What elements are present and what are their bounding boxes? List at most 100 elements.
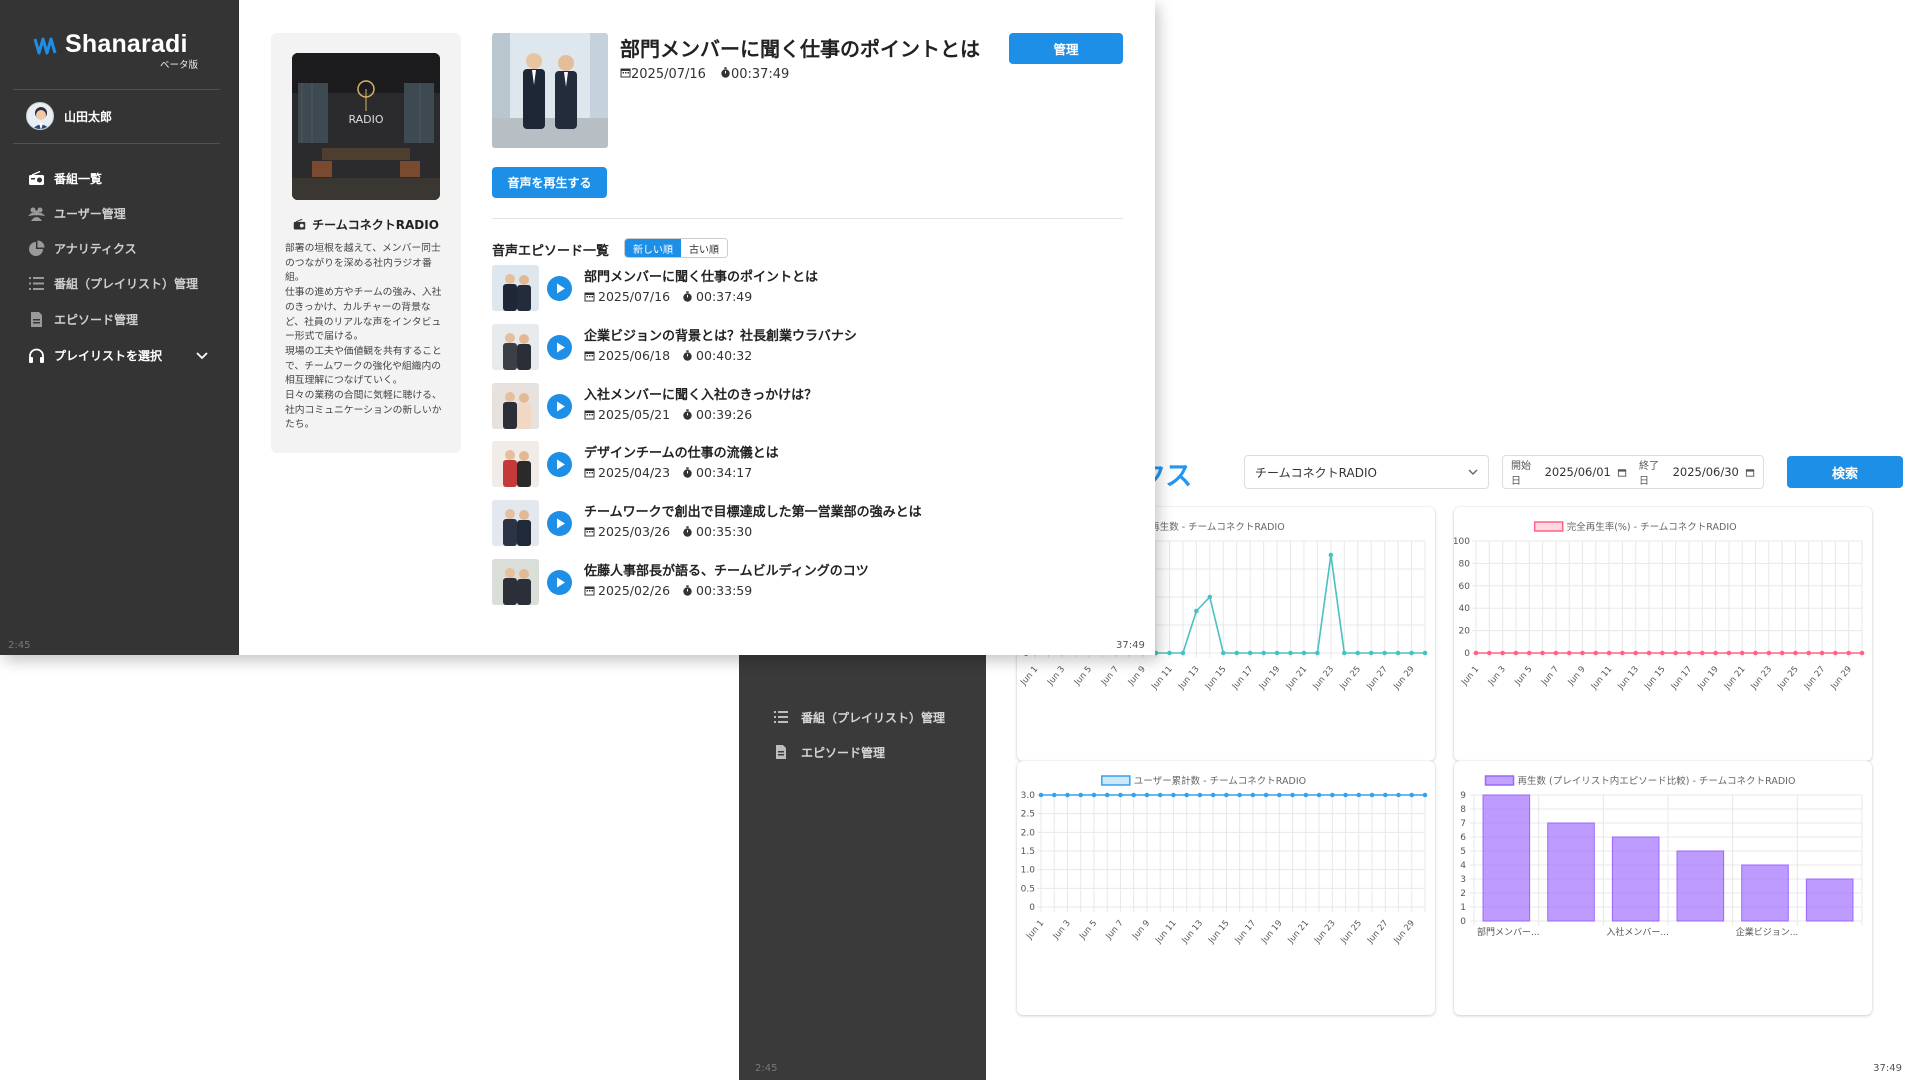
data-point (1686, 650, 1692, 656)
divider (13, 143, 220, 144)
sidebar-item-episode-manage[interactable]: エピソード管理 (28, 308, 138, 330)
episode-meta: 2025/07/16 00:37:49 (620, 67, 789, 82)
sidebar-item-users[interactable]: ユーザー管理 (28, 202, 126, 224)
description-line: 社内コミュニケーションの新しいか (285, 404, 442, 416)
calendar-icon (620, 68, 631, 78)
stopwatch-icon (683, 408, 692, 420)
x-tick-label: Jun 5 (1077, 919, 1099, 943)
x-tick-label: Jun 1 (1024, 919, 1046, 943)
y-tick-label: 0 (1464, 649, 1470, 659)
search-button[interactable]: 検索 (1787, 456, 1903, 488)
data-point (1513, 650, 1519, 656)
y-tick-label: 4 (1460, 861, 1466, 871)
sort-newest-button[interactable]: 新しい順 (625, 239, 681, 257)
x-tick-label: Jun 17 (1669, 665, 1695, 693)
data-point (1118, 792, 1123, 798)
sidebar-item-analytics[interactable]: アナリティクス (28, 237, 137, 259)
pie-chart-icon (29, 240, 45, 256)
start-date-value[interactable]: 2025/06/01 (1545, 465, 1611, 479)
data-point (1184, 792, 1189, 798)
episode-row[interactable]: デザインチームの仕事の流儀とは 2025/04/23 00:34:17 (492, 441, 1112, 488)
sidebar-item-playlist-manage[interactable]: 番組（プレイリスト）管理 (773, 705, 945, 729)
stopwatch-icon (683, 350, 692, 361)
manage-button[interactable]: 管理 (1009, 33, 1123, 64)
data-point (1487, 650, 1492, 656)
episode-row[interactable]: 入社メンバーに聞く入社のきっかけは？ 2025/05/21 00:39:26 (492, 382, 1112, 429)
user-name: 山田太郎 (64, 109, 113, 124)
data-point (1167, 650, 1172, 656)
episode-title[interactable]: 企業ビジョンの背景とは？社長創業ウラバナシ (584, 325, 857, 344)
x-tick-label: Jun 7 (1099, 665, 1121, 689)
data-point (1859, 650, 1865, 656)
episode-title[interactable]: 入社メンバーに聞く入社のきっかけは？ (584, 384, 817, 403)
user-profile[interactable]: 山田太郎 (26, 102, 112, 130)
sidebar-item-episode-manage[interactable]: エピソード管理 (773, 740, 885, 764)
episode-title[interactable]: デザインチームの仕事の流儀とは (584, 442, 779, 461)
episode-title[interactable]: 部門メンバーに聞く仕事のポイントとは (584, 266, 818, 285)
sidebar-item-label: ユーザー管理 (54, 206, 126, 221)
app-logo[interactable]: Shanaradi (33, 30, 188, 59)
sidebar-item-playlist-manage[interactable]: 番組（プレイリスト）管理 (28, 272, 198, 294)
episode-title[interactable]: 佐藤人事部長が語る、チームビルディングのコツ (584, 560, 869, 579)
end-date-value[interactable]: 2025/06/30 (1673, 465, 1739, 479)
data-point (1315, 650, 1320, 656)
sidebar: Shanaradi ベータ版 山田太郎 番組一覧 ユーザー管理 アナリティクス … (0, 0, 239, 655)
episode-row[interactable]: チームワークで創出で目標達成した第一営業部の強みとは 2025/03/26 00:3… (492, 500, 1112, 547)
episode-title[interactable]: チームワークで創出で目標達成した第一営業部の強みとは (584, 501, 922, 520)
x-tick-label: Jun 15 (1206, 919, 1232, 947)
calendar-icon (584, 468, 595, 478)
play-audio-button[interactable]: 音声を再生する (492, 167, 607, 198)
episode-duration: 00:35:30 (696, 524, 753, 540)
stopwatch-icon (683, 291, 692, 302)
x-tick-label: Jun 7 (1104, 919, 1126, 943)
description-line: たち。 (285, 419, 315, 431)
play-button[interactable] (547, 452, 572, 478)
y-tick-label: 40 (1459, 604, 1471, 614)
play-button[interactable] (547, 570, 572, 595)
program-select[interactable]: チームコネクトRADIO (1244, 455, 1489, 489)
play-button[interactable] (547, 276, 572, 301)
x-tick-label: Jun 19 (1695, 665, 1721, 693)
sidebar-item-label: エピソード管理 (801, 745, 886, 760)
data-point (1580, 650, 1585, 656)
program-name-row: チームコネクトRADIO (271, 216, 461, 233)
x-tick-label: Jun 5 (1072, 665, 1094, 689)
play-icon (557, 459, 565, 470)
play-button[interactable] (547, 334, 572, 360)
bar (1741, 864, 1789, 922)
episode-row[interactable]: 企業ビジョンの背景とは？社長創業ウラバナシ 2025/06/18 00:40:32 (492, 323, 1112, 370)
episode-row[interactable]: 部門メンバーに聞く仕事のポイントとは 2025/07/16 00:37:49 (492, 265, 1112, 311)
bar (1482, 794, 1531, 922)
data-point (1194, 608, 1199, 614)
y-tick-label: 0.5 (1021, 884, 1035, 894)
bar (1547, 822, 1595, 922)
play-button[interactable] (547, 393, 572, 419)
x-tick-label: Jun 17 (1233, 919, 1259, 947)
y-tick-label: 9 (1460, 791, 1466, 801)
calendar-icon (584, 410, 595, 420)
data-point (1247, 650, 1253, 656)
episode-row[interactable]: 佐藤人事部長が語る、チームビルディングのコツ 2025/02/26 00:33:59 (492, 559, 1112, 605)
program-cover-image: RADIO (292, 53, 440, 200)
x-tick-label: Jun 9 (1130, 919, 1152, 943)
data-point (1620, 650, 1625, 656)
elapsed-time: 2:45 (8, 640, 31, 651)
play-button[interactable] (547, 511, 572, 537)
x-tick-label: Jun 29 (1828, 665, 1854, 693)
x-tick-label: Jun 3 (1045, 665, 1067, 689)
sort-oldest-button[interactable]: 古い順 (681, 239, 727, 257)
y-tick-label: 2.5 (1021, 810, 1035, 820)
sidebar-item-programs[interactable]: 番組一覧 (28, 167, 102, 189)
data-point (1104, 792, 1110, 798)
sidebar-item-label: プレイリストを選択 (54, 348, 163, 363)
playlist-select[interactable]: プレイリストを選択 (28, 344, 208, 366)
episode-date: 2025/05/21 (598, 406, 671, 422)
y-tick-label: 1.5 (1021, 847, 1035, 857)
x-tick-label: Jun 11 (1149, 665, 1175, 693)
data-point (1699, 650, 1705, 656)
data-point (1303, 792, 1309, 798)
date-range-picker[interactable]: 開始日 2025/06/01 終了日 2025/06/30 (1502, 455, 1764, 489)
waveform-logo-icon (33, 37, 57, 54)
stopwatch-icon (683, 585, 692, 596)
data-point (1197, 792, 1203, 798)
